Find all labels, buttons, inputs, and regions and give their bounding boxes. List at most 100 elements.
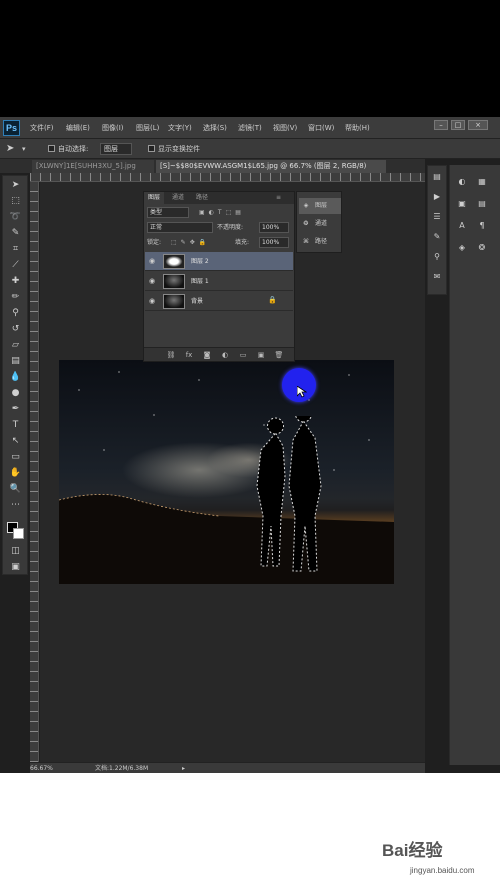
menu-view[interactable]: 视图(V) xyxy=(273,123,297,133)
tab-paths[interactable]: 路径 xyxy=(192,192,212,204)
tools-panel: ➤ ⬚ ➰ ✎ ⌗ ⟋ ✚ ✏ ⚲ ↺ ▱ ▤ 💧 ● ✒ T ↖ ▭ ✋ 🔍 … xyxy=(2,175,28,575)
color-icon[interactable]: ◐ xyxy=(456,177,468,187)
paragraph-icon[interactable]: ¶ xyxy=(476,221,488,231)
layer-name: 图层 2 xyxy=(191,258,209,265)
mini-item-paths[interactable]: ⌘ 路径 xyxy=(299,234,341,250)
menu-layer[interactable]: 图层(L) xyxy=(136,123,159,133)
channels-dock-icon[interactable]: ❂ xyxy=(476,243,488,253)
mini-item-channels[interactable]: ❂ 通道 xyxy=(299,216,341,232)
status-menu-arrow-icon[interactable]: ▸ xyxy=(182,763,185,773)
layer-row[interactable]: ◉ 图层 1 xyxy=(145,272,293,291)
photoshop-window: Ps 文件(F) 编辑(E) 图像(I) 图层(L) 文字(Y) 选择(S) 滤… xyxy=(0,117,500,773)
brush-tool-icon[interactable]: ✏ xyxy=(9,292,22,303)
show-transform-checkbox[interactable] xyxy=(148,145,155,152)
tab-layers[interactable]: 图层 xyxy=(144,192,165,204)
layers-icon: ◈ xyxy=(303,202,309,209)
link-layers-icon[interactable]: ⛓ xyxy=(166,350,176,360)
fill-input[interactable]: 100% xyxy=(259,237,289,248)
gradient-tool-icon[interactable]: ▤ xyxy=(9,356,22,367)
blend-row: 正常 不透明度: 100% xyxy=(147,221,291,234)
options-bar: ➤ ▾ 自动选择: 图层 显示变换控件 xyxy=(0,139,500,159)
history-icon[interactable]: ▤ xyxy=(431,172,443,182)
menu-edit[interactable]: 编辑(E) xyxy=(66,123,90,133)
layer-style-icon[interactable]: fx xyxy=(184,350,194,360)
adjustments-icon[interactable]: ▣ xyxy=(456,199,468,209)
crop-tool-icon[interactable]: ⌗ xyxy=(9,244,22,255)
healing-brush-tool-icon[interactable]: ✚ xyxy=(9,276,22,287)
menu-type[interactable]: 文字(Y) xyxy=(168,123,192,133)
clone-source-icon[interactable]: ⚲ xyxy=(431,252,443,262)
panel-menu-icon[interactable]: ≡ xyxy=(272,192,285,204)
shape-tool-icon[interactable]: ▭ xyxy=(9,452,22,463)
eraser-tool-icon[interactable]: ▱ xyxy=(9,340,22,351)
styles-icon[interactable]: ▤ xyxy=(476,199,488,209)
opacity-label: 不透明度: xyxy=(217,224,244,231)
channels-icon: ❂ xyxy=(303,220,309,227)
collapsed-panel-group: ◈ 图层 ❂ 通道 ⌘ 路径 xyxy=(296,191,342,253)
new-layer-icon[interactable]: ▣ xyxy=(256,350,266,360)
quick-mask-icon[interactable]: ◫ xyxy=(9,546,22,557)
background-color-swatch[interactable] xyxy=(13,528,24,539)
maximize-button[interactable]: □ xyxy=(451,120,465,130)
visibility-eye-icon[interactable]: ◉ xyxy=(149,297,157,305)
notes-icon[interactable]: ✉ xyxy=(431,272,443,282)
menu-help[interactable]: 帮助(H) xyxy=(345,123,370,133)
move-tool-icon[interactable]: ➤ xyxy=(9,180,22,191)
lasso-tool-icon[interactable]: ➰ xyxy=(9,212,22,223)
filter-icons[interactable]: ▣◐T⬚▤ xyxy=(199,206,245,219)
opacity-input[interactable]: 100% xyxy=(259,222,289,233)
type-tool-icon[interactable]: T xyxy=(9,420,22,431)
tab-document-1[interactable]: [XLWNY]1E[SUHH3XU_5].jpg xyxy=(32,160,154,173)
marquee-tool-icon[interactable]: ⬚ xyxy=(9,196,22,207)
close-button[interactable]: × xyxy=(468,120,488,130)
new-group-icon[interactable]: ▭ xyxy=(238,350,248,360)
tab-document-2[interactable]: [S]~$$80$EVWW.ASGM1$L65.jpg @ 66.7% (图层 … xyxy=(156,160,386,173)
menu-file[interactable]: 文件(F) xyxy=(30,123,54,133)
menu-window[interactable]: 窗口(W) xyxy=(308,123,334,133)
menu-select[interactable]: 选择(S) xyxy=(203,123,227,133)
logo-text: Bai经验 xyxy=(382,840,443,860)
delete-layer-icon[interactable]: 🗑 xyxy=(274,350,284,360)
zoom-level[interactable]: 66.67% xyxy=(30,763,53,773)
menu-filter[interactable]: 滤镜(T) xyxy=(238,123,262,133)
layer-row[interactable]: ◉ 背景 🔒 xyxy=(145,292,293,311)
adjustment-layer-icon[interactable]: ◐ xyxy=(220,350,230,360)
blend-mode-select[interactable]: 正常 xyxy=(147,222,213,233)
eyedropper-tool-icon[interactable]: ⟋ xyxy=(9,260,22,271)
document-canvas[interactable] xyxy=(59,360,394,584)
layer-thumbnail xyxy=(163,274,185,289)
move-tool-icon[interactable]: ➤ xyxy=(6,143,14,155)
layer-row[interactable]: ◉ 图层 2 xyxy=(145,252,293,271)
layers-dock-icon[interactable]: ◈ xyxy=(456,243,468,253)
minimize-button[interactable]: – xyxy=(434,120,448,130)
visibility-eye-icon[interactable]: ◉ xyxy=(149,257,157,265)
actions-icon[interactable]: ▶ xyxy=(431,192,443,202)
swatches-icon[interactable]: ▦ xyxy=(476,177,488,187)
menu-image[interactable]: 图像(I) xyxy=(102,123,124,133)
blur-tool-icon[interactable]: 💧 xyxy=(9,372,22,383)
zoom-tool-icon[interactable]: 🔍 xyxy=(9,484,22,495)
visibility-eye-icon[interactable]: ◉ xyxy=(149,277,157,285)
mini-item-layers[interactable]: ◈ 图层 xyxy=(299,198,341,214)
show-transform-label: 显示变换控件 xyxy=(158,145,200,153)
hand-tool-icon[interactable]: ✋ xyxy=(9,468,22,479)
layer-kind-filter[interactable]: 类型 xyxy=(147,207,189,218)
clone-stamp-tool-icon[interactable]: ⚲ xyxy=(9,308,22,319)
history-brush-tool-icon[interactable]: ↺ xyxy=(9,324,22,335)
add-mask-icon[interactable]: ◙ xyxy=(202,350,212,360)
lock-icons[interactable]: ⬚✎✥🔒 xyxy=(171,236,210,249)
dodge-tool-icon[interactable]: ● xyxy=(9,388,22,399)
pen-tool-icon[interactable]: ✒ xyxy=(9,404,22,415)
properties-icon[interactable]: ☰ xyxy=(431,212,443,222)
more-tools-icon[interactable]: ⋯ xyxy=(9,500,22,511)
path-select-tool-icon[interactable]: ↖ xyxy=(9,436,22,447)
tab-channels[interactable]: 通道 xyxy=(168,192,188,204)
character-icon[interactable]: A xyxy=(456,221,468,231)
screen-mode-icon[interactable]: ▣ xyxy=(9,562,22,573)
auto-select-dropdown[interactable]: 图层 xyxy=(100,143,132,155)
lock-row: 锁定: ⬚✎✥🔒 填充: 100% xyxy=(147,236,291,249)
brush-presets-icon[interactable]: ✎ xyxy=(431,232,443,242)
tool-preset-chevron-icon[interactable]: ▾ xyxy=(22,143,26,155)
auto-select-checkbox[interactable] xyxy=(48,145,55,152)
quick-select-tool-icon[interactable]: ✎ xyxy=(9,228,22,239)
